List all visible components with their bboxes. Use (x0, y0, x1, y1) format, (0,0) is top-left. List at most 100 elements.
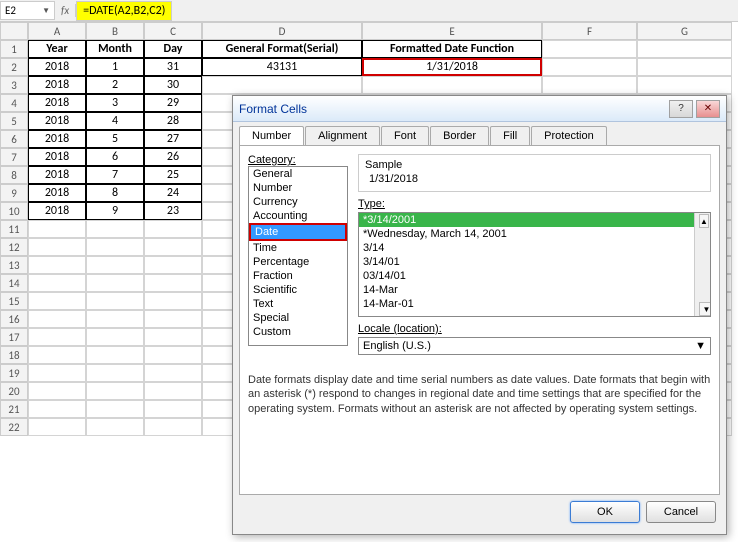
row-header[interactable]: 6 (0, 130, 28, 148)
tab-protection[interactable]: Protection (531, 126, 607, 145)
cell[interactable] (637, 58, 732, 76)
row-header[interactable]: 1 (0, 40, 28, 58)
tab-number[interactable]: Number (239, 126, 304, 145)
category-listbox[interactable]: General Number Currency Accounting Date … (248, 166, 348, 346)
col-header-f[interactable]: F (542, 22, 637, 40)
list-item[interactable]: Special (249, 311, 347, 325)
cell[interactable]: 2 (86, 76, 144, 94)
cell[interactable] (542, 40, 637, 58)
cell[interactable]: 27 (144, 130, 202, 148)
cell[interactable] (86, 256, 144, 274)
cell[interactable] (144, 310, 202, 328)
cell[interactable] (86, 220, 144, 238)
row-header[interactable]: 7 (0, 148, 28, 166)
cell[interactable] (144, 328, 202, 346)
cell[interactable] (86, 238, 144, 256)
cell[interactable] (542, 58, 637, 76)
cell[interactable] (28, 382, 86, 400)
type-listbox[interactable]: *3/14/2001 *Wednesday, March 14, 2001 3/… (358, 212, 711, 317)
row-header[interactable]: 13 (0, 256, 28, 274)
help-button[interactable]: ? (669, 100, 693, 118)
cell[interactable] (86, 328, 144, 346)
cell[interactable] (144, 220, 202, 238)
list-item[interactable]: Number (249, 181, 347, 195)
cell[interactable] (28, 328, 86, 346)
row-header[interactable]: 3 (0, 76, 28, 94)
cell[interactable] (144, 382, 202, 400)
list-item[interactable]: Currency (249, 195, 347, 209)
row-header[interactable]: 5 (0, 112, 28, 130)
cell[interactable]: 28 (144, 112, 202, 130)
row-header[interactable]: 8 (0, 166, 28, 184)
tab-alignment[interactable]: Alignment (305, 126, 380, 145)
row-header[interactable]: 15 (0, 292, 28, 310)
cell[interactable] (637, 76, 732, 94)
select-all-corner[interactable] (0, 22, 28, 40)
cell[interactable]: 6 (86, 148, 144, 166)
formula-input[interactable]: =DATE(A2,B2,C2) (76, 1, 172, 21)
cell[interactable]: 2018 (28, 94, 86, 112)
name-box[interactable]: E2 ▼ (0, 1, 55, 20)
cell[interactable] (28, 274, 86, 292)
row-header[interactable]: 22 (0, 418, 28, 436)
cell[interactable]: 31 (144, 58, 202, 76)
cell[interactable] (28, 292, 86, 310)
cell[interactable]: 8 (86, 184, 144, 202)
row-header[interactable]: 12 (0, 238, 28, 256)
cell[interactable] (362, 76, 542, 94)
cell[interactable]: 2018 (28, 148, 86, 166)
cell[interactable]: 5 (86, 130, 144, 148)
cell[interactable]: 2018 (28, 130, 86, 148)
list-item[interactable]: Scientific (249, 283, 347, 297)
list-item-selected[interactable]: *3/14/2001 (359, 213, 710, 227)
row-header[interactable]: 16 (0, 310, 28, 328)
cell[interactable] (144, 418, 202, 436)
list-item[interactable]: Time (249, 241, 347, 255)
tab-fill[interactable]: Fill (490, 126, 530, 145)
cell[interactable]: 25 (144, 166, 202, 184)
cell[interactable] (144, 274, 202, 292)
cell[interactable] (28, 256, 86, 274)
row-header[interactable]: 14 (0, 274, 28, 292)
cell[interactable]: 2018 (28, 58, 86, 76)
cell[interactable]: 2018 (28, 112, 86, 130)
ok-button[interactable]: OK (570, 501, 640, 523)
list-item[interactable]: General (249, 167, 347, 181)
cell[interactable] (637, 40, 732, 58)
locale-select[interactable]: English (U.S.) ▼ (358, 337, 711, 355)
cell[interactable] (86, 346, 144, 364)
list-item[interactable]: Custom (249, 325, 347, 339)
cell[interactable] (144, 346, 202, 364)
row-header[interactable]: 9 (0, 184, 28, 202)
cell[interactable]: 24 (144, 184, 202, 202)
cell[interactable] (28, 418, 86, 436)
cell[interactable]: Formatted Date Function (362, 40, 542, 58)
row-header[interactable]: 2 (0, 58, 28, 76)
tab-border[interactable]: Border (430, 126, 489, 145)
cell[interactable]: 2018 (28, 202, 86, 220)
col-header-b[interactable]: B (86, 22, 144, 40)
cell[interactable]: General Format(Serial) (202, 40, 362, 58)
cell[interactable] (86, 364, 144, 382)
cell[interactable] (202, 76, 362, 94)
cell[interactable] (542, 76, 637, 94)
cell[interactable]: 4 (86, 112, 144, 130)
cell[interactable]: 26 (144, 148, 202, 166)
list-item[interactable]: Text (249, 297, 347, 311)
cell[interactable]: Month (86, 40, 144, 58)
scroll-up-icon[interactable]: ▲ (699, 214, 709, 228)
cell[interactable] (144, 256, 202, 274)
cancel-button[interactable]: Cancel (646, 501, 716, 523)
col-header-g[interactable]: G (637, 22, 732, 40)
list-item[interactable]: Percentage (249, 255, 347, 269)
cell[interactable]: 2018 (28, 184, 86, 202)
close-button[interactable]: ✕ (696, 100, 720, 118)
cell[interactable]: 30 (144, 76, 202, 94)
col-header-c[interactable]: C (144, 22, 202, 40)
list-item[interactable]: Accounting (249, 209, 347, 223)
cell[interactable] (86, 382, 144, 400)
cell[interactable]: 7 (86, 166, 144, 184)
list-item[interactable]: 3/14/01 (359, 255, 710, 269)
cell[interactable] (86, 274, 144, 292)
col-header-e[interactable]: E (362, 22, 542, 40)
